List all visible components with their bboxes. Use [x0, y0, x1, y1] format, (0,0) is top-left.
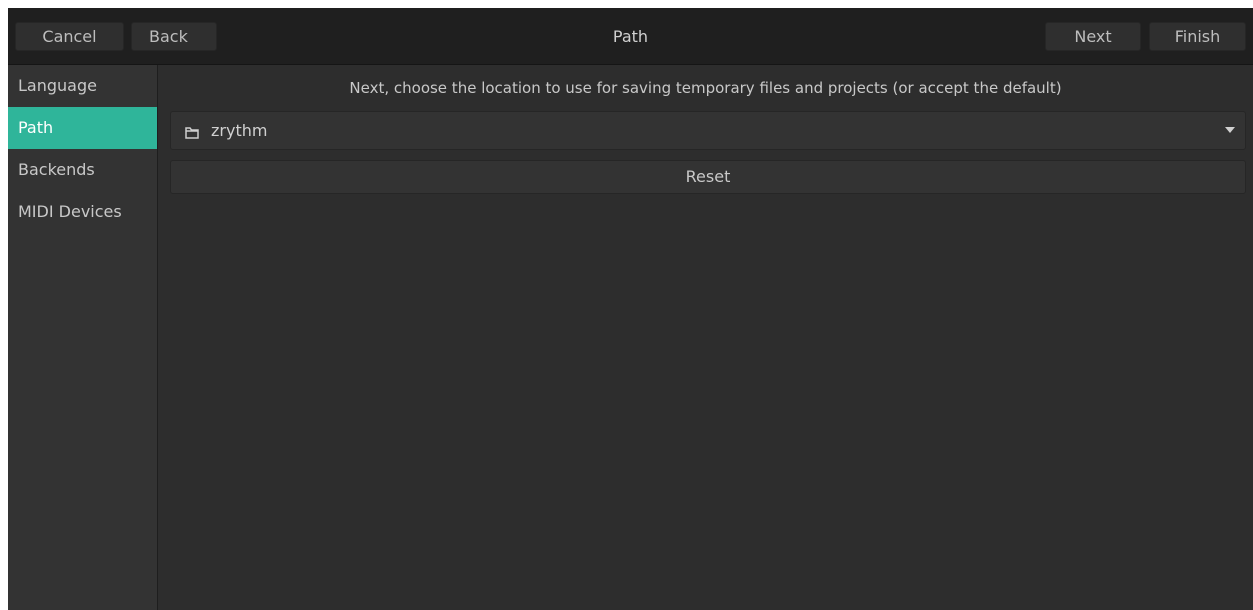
chevron-down-icon — [1225, 127, 1235, 133]
path-chooser-button[interactable]: zrythm — [170, 111, 1246, 150]
next-button[interactable]: Next — [1045, 22, 1141, 51]
sidebar-item-backends[interactable]: Backends — [8, 149, 157, 191]
header-bar: Cancel Back Path Next Finish — [8, 8, 1253, 65]
path-chooser-label: zrythm — [211, 121, 268, 140]
window-title: Path — [612, 27, 649, 46]
cancel-button[interactable]: Cancel — [15, 22, 124, 51]
folder-icon — [185, 124, 199, 139]
main-content: Next, choose the location to use for sav… — [158, 65, 1253, 610]
sidebar: Language Path Backends MIDI Devices — [8, 65, 158, 610]
finish-button[interactable]: Finish — [1149, 22, 1246, 51]
sidebar-item-language[interactable]: Language — [8, 65, 157, 107]
reset-button[interactable]: Reset — [170, 160, 1246, 194]
sidebar-item-midi-devices[interactable]: MIDI Devices — [8, 191, 157, 233]
instruction-text: Next, choose the location to use for sav… — [349, 79, 1062, 97]
sidebar-item-path[interactable]: Path — [8, 107, 157, 149]
setup-wizard-window: Cancel Back Path Next Finish Language Pa… — [8, 8, 1253, 610]
back-button[interactable]: Back — [131, 22, 217, 51]
